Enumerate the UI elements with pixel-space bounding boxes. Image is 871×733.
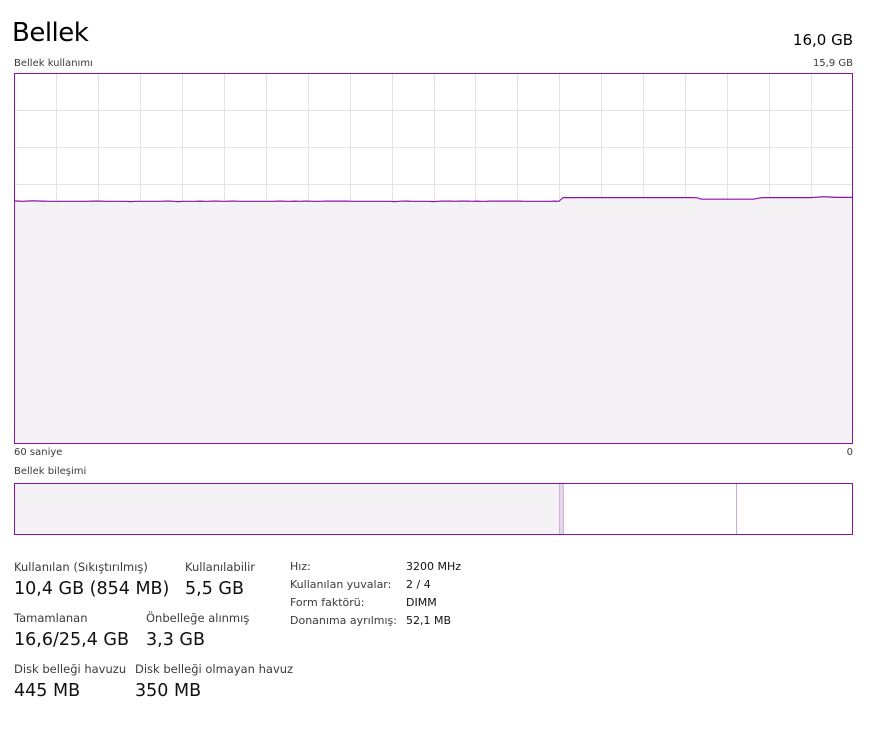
slots-label: Kullanılan yuvalar: — [290, 578, 392, 591]
nonpaged-pool-label: Disk belleği olmayan havuz — [135, 662, 294, 676]
x-axis-left-label: 60 saniye — [14, 447, 63, 458]
page-title: Bellek — [12, 18, 89, 48]
nonpaged-pool-value: 350 MB — [135, 681, 202, 701]
composition-free — [736, 484, 852, 534]
slots-value: 2 / 4 — [406, 578, 431, 591]
usage-graph-label: Bellek kullanımı — [14, 58, 93, 69]
speed-value: 3200 MHz — [406, 560, 462, 573]
memory-composition-bar — [14, 483, 853, 535]
hardware-reserved-label: Donanıma ayrılmış: — [290, 614, 397, 627]
in-use-value: 10,4 GB (854 MB) — [14, 579, 170, 599]
in-use-label: Kullanılan (Sıkıştırılmış) — [14, 560, 148, 574]
form-factor-label: Form faktörü: — [290, 596, 365, 609]
paged-pool-value: 445 MB — [14, 681, 81, 701]
usage-area — [14, 196, 853, 444]
form-factor-value: DIMM — [406, 596, 437, 609]
composition-label: Bellek bileşimi — [14, 466, 87, 477]
composition-in-use — [15, 484, 560, 534]
committed-value: 16,6/25,4 GB — [14, 630, 129, 650]
total-memory: 16,0 GB — [792, 31, 853, 49]
paged-pool-label: Disk belleği havuzu — [14, 662, 127, 676]
cached-value: 3,3 GB — [146, 630, 205, 650]
committed-label: Tamamlanan — [14, 611, 88, 625]
available-value: 5,5 GB — [185, 579, 244, 599]
usage-graph-max-label: 15,9 GB — [812, 58, 853, 69]
available-label: Kullanılabilir — [185, 560, 256, 574]
x-axis-right-label: 0 — [846, 447, 853, 458]
memory-usage-graph — [14, 73, 853, 444]
composition-standby — [564, 484, 737, 534]
cached-label: Önbelleğe alınmış — [146, 611, 250, 625]
hardware-reserved-value: 52,1 MB — [406, 614, 452, 627]
speed-label: Hız: — [290, 560, 311, 573]
